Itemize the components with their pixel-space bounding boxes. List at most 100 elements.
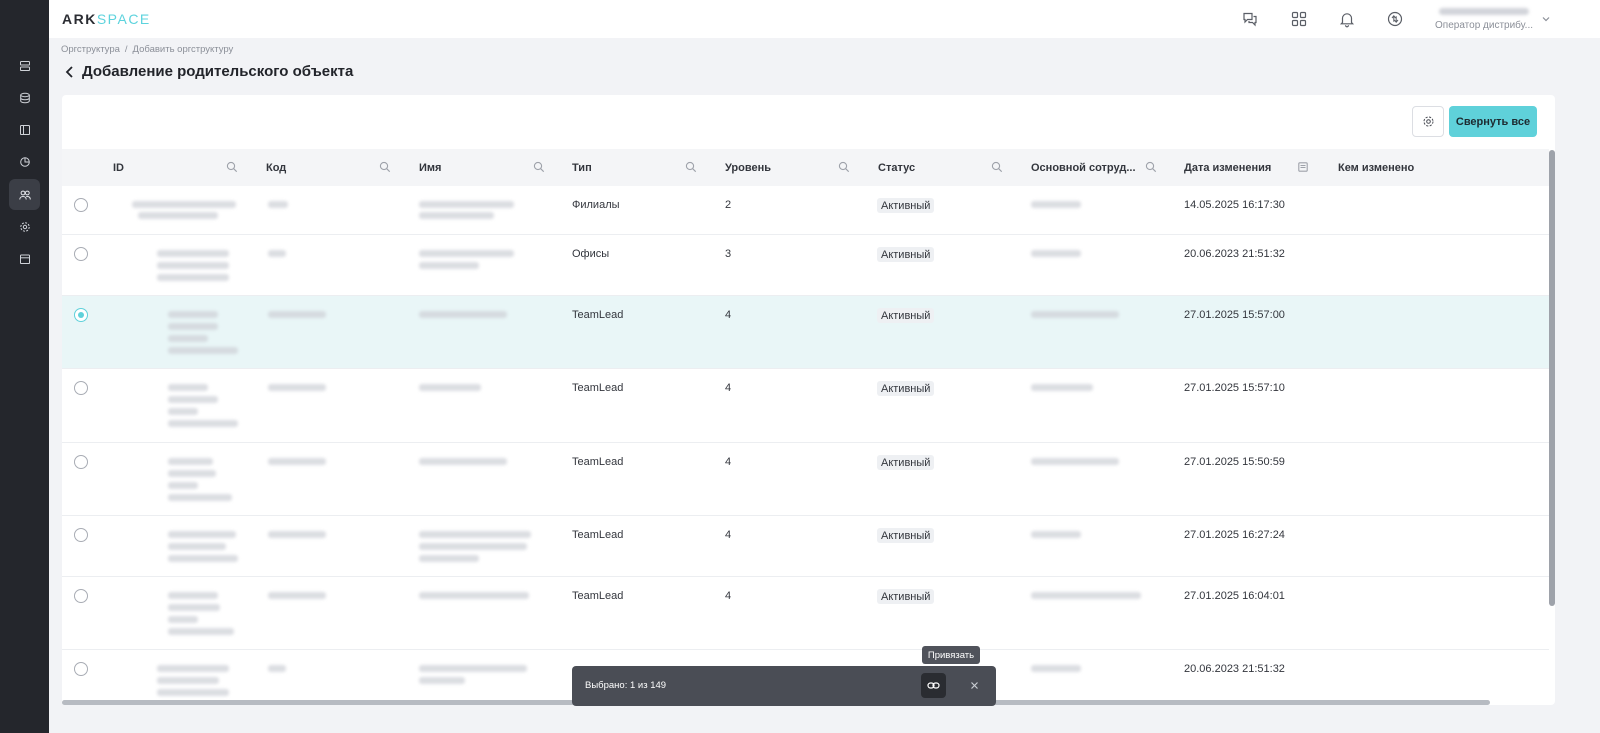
- logo-part-2: SPACE: [96, 11, 151, 27]
- cell-modified-date: 27.01.2025 15:50:59: [1184, 456, 1285, 468]
- logo[interactable]: ARKSPACE: [62, 11, 151, 27]
- hidden-employee: [1031, 384, 1093, 391]
- hidden-code: [268, 311, 326, 318]
- hidden-name: [419, 212, 494, 219]
- user-menu[interactable]: Оператор дистрибу...: [1435, 7, 1545, 31]
- search-icon[interactable]: [838, 161, 850, 173]
- table-row[interactable]: Филиалы 2 Активный 14.05.2025 16:17:30: [62, 186, 1549, 235]
- cell-level: 3: [725, 248, 732, 260]
- cell-modified-date: 27.01.2025 15:57:00: [1184, 309, 1285, 321]
- hidden-id: [168, 458, 213, 465]
- row-radio-checked[interactable]: [74, 308, 88, 322]
- bell-icon[interactable]: [1338, 10, 1356, 28]
- sidebar-item-layout[interactable]: [9, 114, 40, 145]
- row-radio[interactable]: [74, 589, 88, 603]
- breadcrumb-item-add[interactable]: Добавить оргструктуру: [133, 44, 234, 55]
- hidden-id: [168, 408, 198, 415]
- hidden-id: [168, 470, 216, 477]
- column-header-modified-date[interactable]: Дата изменения: [1184, 149, 1271, 186]
- cell-modified-date: 27.01.2025 15:57:10: [1184, 382, 1285, 394]
- column-header-type[interactable]: Тип: [572, 149, 592, 186]
- hidden-employee: [1031, 201, 1081, 208]
- table-row-selected[interactable]: TeamLead 4 Активный 27.01.2025 15:57:00: [62, 296, 1549, 369]
- back-arrow-icon[interactable]: [64, 65, 75, 79]
- cell-modified-date: 20.06.2023 21:51:32: [1184, 248, 1285, 260]
- hidden-id: [168, 494, 232, 501]
- hidden-id: [168, 323, 218, 330]
- table-row[interactable]: Офисы 3 Активный 20.06.2023 21:51:32: [62, 235, 1549, 296]
- search-icon[interactable]: [991, 161, 1003, 173]
- hidden-code: [268, 201, 288, 208]
- table-row[interactable]: TeamLead 4 Активный 27.01.2025 15:57:10: [62, 369, 1549, 443]
- search-icon[interactable]: [226, 161, 238, 173]
- status-badge: Активный: [877, 308, 935, 323]
- hidden-employee: [1031, 250, 1081, 257]
- cell-level: 4: [725, 382, 732, 394]
- calendar-filter-icon[interactable]: [1297, 161, 1309, 173]
- chat-icon[interactable]: [1241, 10, 1259, 28]
- column-header-name[interactable]: Имя: [419, 149, 441, 186]
- hidden-id: [157, 689, 229, 696]
- hidden-employee: [1031, 665, 1081, 672]
- hidden-code: [268, 665, 286, 672]
- hidden-code: [268, 384, 326, 391]
- row-radio[interactable]: [74, 247, 88, 261]
- exchange-icon[interactable]: [1386, 10, 1404, 28]
- search-icon[interactable]: [379, 161, 391, 173]
- hidden-id: [168, 347, 238, 354]
- search-icon[interactable]: [685, 161, 697, 173]
- link-button[interactable]: [921, 673, 946, 698]
- vertical-scrollbar[interactable]: [1549, 150, 1555, 606]
- breadcrumb-item-orgstructure[interactable]: Оргструктура: [61, 44, 120, 55]
- cell-modified-date: 27.01.2025 16:27:24: [1184, 529, 1285, 541]
- column-header-employee[interactable]: Основной сотруд...: [1031, 149, 1136, 186]
- table-settings-button[interactable]: [1412, 106, 1444, 137]
- row-radio[interactable]: [74, 198, 88, 212]
- status-badge: Активный: [877, 198, 935, 213]
- sidebar-item-calendar[interactable]: [9, 243, 40, 274]
- column-header-level[interactable]: Уровень: [725, 149, 771, 186]
- table-row[interactable]: TeamLead 4 Активный 27.01.2025 15:50:59: [62, 443, 1549, 516]
- cell-level: 2: [725, 199, 732, 211]
- collapse-all-button[interactable]: Свернуть все: [1449, 106, 1537, 137]
- link-icon: [927, 682, 940, 689]
- sidebar-item-analytics[interactable]: [9, 146, 40, 177]
- cell-type: TeamLead: [572, 309, 624, 321]
- column-header-code[interactable]: Код: [266, 149, 286, 186]
- cell-type: Офисы: [572, 248, 610, 260]
- chevron-down-icon[interactable]: [1541, 14, 1551, 24]
- column-header-status[interactable]: Статус: [878, 149, 915, 186]
- page-title: Добавление родительского объекта: [64, 63, 353, 80]
- hidden-name: [419, 677, 465, 684]
- table-row[interactable]: TeamLead 4 Активный 27.01.2025 16:27:24: [62, 516, 1549, 577]
- hidden-id: [168, 396, 218, 403]
- sidebar-item-database[interactable]: [9, 82, 40, 113]
- row-radio[interactable]: [74, 528, 88, 542]
- hidden-id: [168, 555, 238, 562]
- table-row[interactable]: TeamLead 4 Активный 27.01.2025 16:04:01: [62, 577, 1549, 650]
- hidden-code: [268, 592, 326, 599]
- sidebar-item-settings[interactable]: [9, 211, 40, 242]
- server-icon: [19, 60, 30, 71]
- hidden-id: [157, 665, 229, 672]
- cell-type: TeamLead: [572, 456, 624, 468]
- hidden-id: [168, 335, 208, 342]
- hidden-id: [168, 420, 238, 427]
- column-header-modified-by[interactable]: Кем изменено: [1338, 149, 1414, 186]
- search-icon[interactable]: [1145, 161, 1157, 173]
- row-radio[interactable]: [74, 381, 88, 395]
- table-card: Свернуть все ID Код Имя Тип Уровень Стат…: [62, 95, 1555, 705]
- row-radio[interactable]: [74, 455, 88, 469]
- search-icon[interactable]: [533, 161, 545, 173]
- row-radio[interactable]: [74, 662, 88, 676]
- table-header: ID Код Имя Тип Уровень Статус Основной с…: [62, 149, 1549, 186]
- close-icon[interactable]: [968, 679, 981, 692]
- sidebar-item-orgstructure[interactable]: [9, 179, 40, 210]
- sidebar-item-servers[interactable]: [9, 50, 40, 81]
- users-icon: [18, 190, 31, 200]
- apps-grid-icon[interactable]: [1290, 10, 1308, 28]
- cell-type: TeamLead: [572, 382, 624, 394]
- column-header-id[interactable]: ID: [113, 149, 124, 186]
- hidden-id: [157, 274, 229, 281]
- hidden-id: [168, 482, 198, 489]
